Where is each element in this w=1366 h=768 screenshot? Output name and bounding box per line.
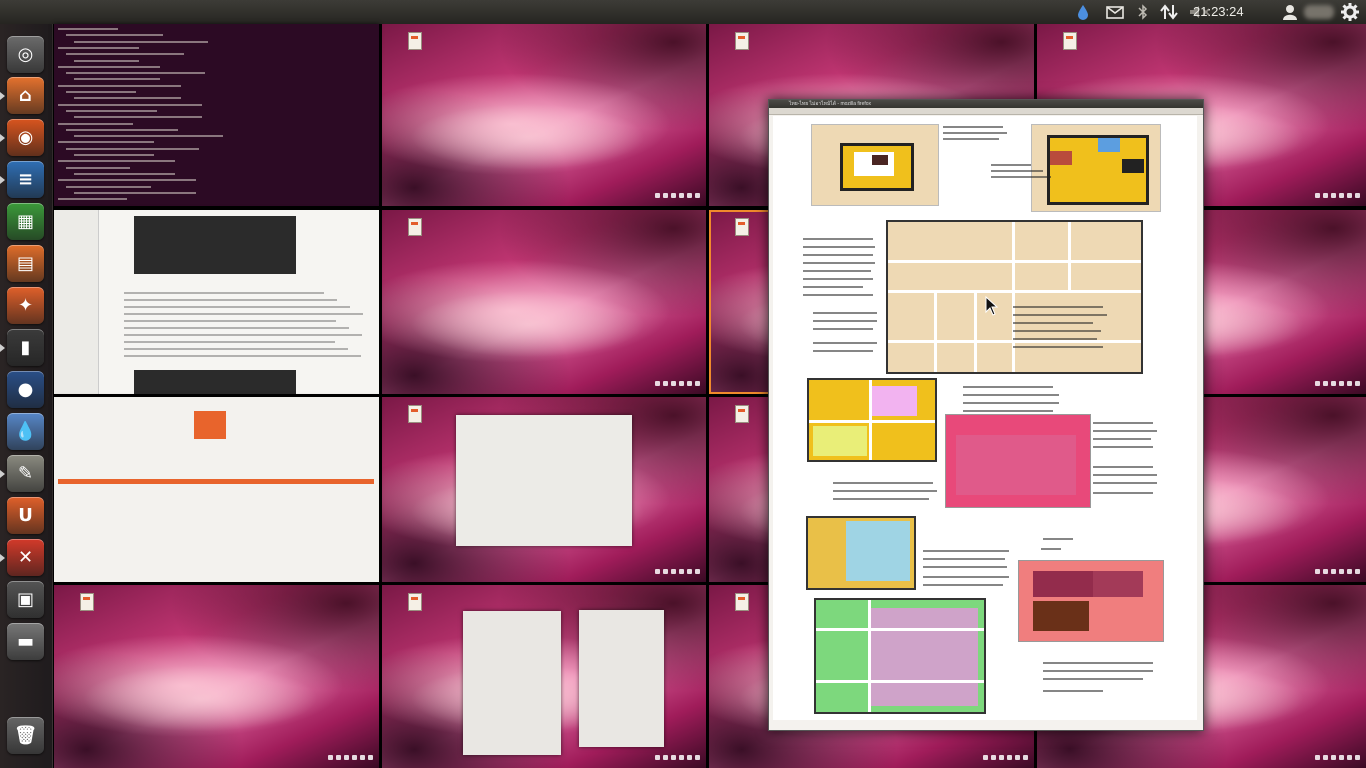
running-indicator [0,134,5,142]
launcher-software-center[interactable]: ✦ [7,287,44,324]
launcher-ubuntu-one[interactable]: 💧 [7,413,44,450]
launcher-terminal[interactable]: ▮ [7,329,44,366]
workspace-switcher-icon: ▣ [16,589,34,610]
terminal-icon: ▮ [20,337,31,358]
desktop-file-icon[interactable] [408,593,422,611]
gimp-toolbox-thumbnail[interactable] [463,611,561,755]
launcher-files[interactable]: ⌂ [7,77,44,114]
trash-icon: 🗑 [14,725,37,746]
launcher-disk[interactable]: ▬ [7,623,44,660]
desktop-file-icon[interactable] [408,32,422,50]
desktop-file-icon[interactable] [1063,32,1077,50]
package-manager-window-thumbnail[interactable] [54,397,379,582]
launcher-firefox[interactable]: ◉ [7,119,44,156]
diagram-grid-large [886,220,1143,374]
libreoffice-writer-icon: ≡ [17,169,34,190]
appearance-dialog-thumbnail[interactable] [456,415,632,546]
desktop-file-icon[interactable] [80,593,94,611]
gimp-icon: ✎ [17,463,34,484]
globe-icon: ● [17,379,34,400]
workspace-tray-icons [655,193,700,198]
workspace-tray-icons [1315,569,1360,574]
desktop-file-icon[interactable] [735,593,749,611]
firefox-icon: ◉ [17,127,34,148]
top-panel: 21:23:24 [0,0,1366,24]
workspace-tray-icons [328,755,373,760]
bluetooth-icon[interactable] [1133,0,1153,24]
gimp-layers-thumbnail[interactable] [579,610,664,747]
firefox-document-window[interactable]: ไทย-ไทย ไม่อาไหม้ได้ - mozilla firefox [768,99,1204,731]
running-indicator [0,92,5,100]
desktop-file-icon[interactable] [735,218,749,236]
tab-strip[interactable] [769,108,1203,115]
workspace-tray-icons [1315,755,1360,760]
launcher-trash[interactable]: 🗑 [7,717,44,754]
software-center-icon: ✦ [17,295,34,316]
diagram-blue [806,516,916,590]
session-gear-icon[interactable] [1339,0,1361,24]
running-indicator [0,344,5,352]
launcher-ubuntu-one-music[interactable]: U [7,497,44,534]
workspace-2[interactable] [382,24,706,206]
workspace-tray-icons [1315,193,1360,198]
workspace-6[interactable] [382,210,706,394]
running-indicator [0,470,5,478]
running-indicator [0,176,5,184]
ubuntu-logo-icon: ◎ [17,44,34,65]
drive-icon: ▬ [16,631,34,652]
launcher-dash-home[interactable]: ◎ [7,36,44,73]
diagram-yellow [807,378,937,462]
workspace-tray-icons [655,381,700,386]
user-icon[interactable] [1281,0,1299,24]
network-icon[interactable] [1158,0,1180,24]
desktop-file-icon[interactable] [735,32,749,50]
user-name-blurred[interactable] [1304,5,1334,19]
launcher: ◎ ⌂ ◉ ≡ ▦ ▤ ✦ ▮ ● 💧 ✎ U ✕ ▣ ▬ 🗑 [0,24,53,768]
terminal-window-thumbnail[interactable] [54,24,379,206]
desktop-file-icon[interactable] [735,405,749,423]
diagram-layout-2 [1031,124,1161,212]
ubuntu-one-icon[interactable] [1072,0,1094,24]
launcher-workspace-switcher[interactable]: ▣ [7,581,44,618]
launcher-system-settings[interactable]: ✕ [7,539,44,576]
libreoffice-calc-icon: ▦ [16,211,34,232]
launcher-impress[interactable]: ▤ [7,245,44,282]
workspace-tray-icons [655,569,700,574]
workspace-13[interactable] [54,585,379,768]
diagram-salmon [1018,560,1164,642]
workspace-tray-icons [1315,381,1360,386]
mouse-pointer-icon [985,296,999,316]
ubuntu-one-u-icon: U [18,505,33,526]
mail-icon[interactable] [1103,0,1127,24]
desktop-file-icon[interactable] [408,405,422,423]
panel-clock[interactable]: 21:23:24 [1193,0,1244,24]
launcher-writer[interactable]: ≡ [7,161,44,198]
desktop-file-icon[interactable] [408,218,422,236]
running-indicator [0,554,5,562]
document-page [773,116,1197,720]
settings-icon: ✕ [17,547,34,568]
diagram-green [814,598,986,714]
window-title[interactable]: ไทย-ไทย ไม่อาไหม้ได้ - mozilla firefox [769,100,1203,108]
launcher-earth[interactable]: ● [7,371,44,408]
workspace-tray-icons [655,755,700,760]
workspace-tray-icons [983,755,1028,760]
code-block-pink [945,414,1091,508]
libreoffice-impress-icon: ▤ [16,253,34,274]
editor-window-thumbnail[interactable] [54,210,379,394]
ubuntu-one-icon: 💧 [14,421,37,442]
launcher-gimp[interactable]: ✎ [7,455,44,492]
launcher-calc[interactable]: ▦ [7,203,44,240]
diagram-layout-1 [811,124,939,206]
home-folder-icon: ⌂ [19,85,32,106]
